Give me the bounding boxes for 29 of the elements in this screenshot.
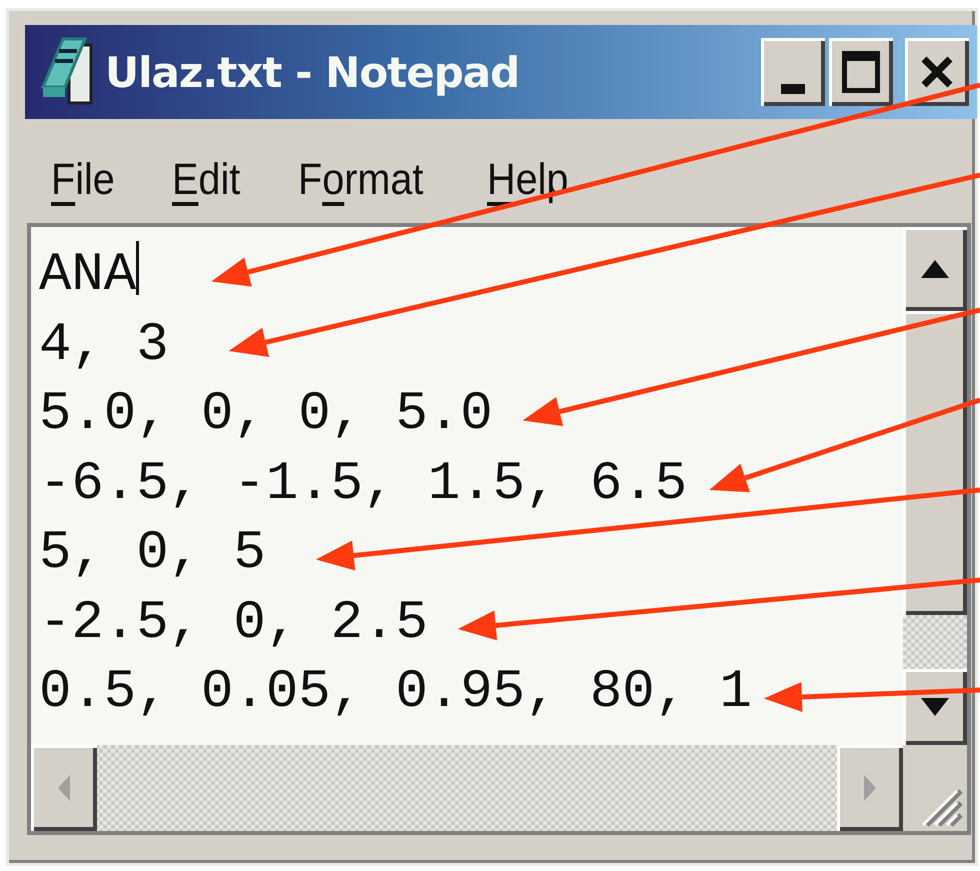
text-line: 0.5, 0.05, 0.95, 80, 1 — [39, 662, 752, 723]
scroll-down-button[interactable] — [903, 669, 967, 745]
scroll-left-button[interactable] — [31, 745, 97, 831]
minimize-icon — [781, 84, 805, 94]
minimize-button[interactable] — [761, 38, 825, 106]
maximize-button[interactable] — [829, 38, 893, 106]
vertical-scrollbar[interactable] — [903, 227, 967, 745]
down-arrow-icon — [920, 697, 950, 717]
scroll-up-button[interactable] — [903, 227, 967, 311]
text-line: 5, 0, 5 — [39, 523, 266, 584]
scroll-right-button[interactable] — [837, 745, 903, 831]
maximize-icon — [842, 51, 880, 93]
up-arrow-icon — [920, 259, 950, 279]
menu-item[interactable]: Edit — [172, 137, 240, 223]
text-area[interactable]: ANA 4, 3 5.0, 0, 0, 5.0 -6.5, -1.5, 1.5, 6.5 5, 0, 5 -2.5, 0, 2.5 0.5, 0.05, 0.95, 80, 1 — [27, 223, 971, 835]
right-arrow-icon — [863, 774, 877, 802]
menu-item[interactable]: File — [51, 137, 115, 223]
left-arrow-icon — [57, 774, 71, 802]
close-button[interactable] — [905, 38, 969, 106]
close-icon — [920, 55, 954, 89]
text-line: -6.5, -1.5, 1.5, 6.5 — [39, 454, 688, 514]
text-line: ANA — [39, 245, 136, 306]
horizontal-scrollbar[interactable] — [31, 745, 903, 831]
text-line: -2.5, 0, 2.5 — [39, 592, 428, 654]
text-line: 4, 3 — [39, 314, 169, 376]
scroll-thumb[interactable] — [903, 311, 967, 615]
text-line: 5.0, 0, 0, 5.0 — [39, 384, 493, 445]
menu-item[interactable]: Format — [298, 137, 424, 223]
window-title: Ulaz.txt - Notepad — [105, 46, 520, 98]
